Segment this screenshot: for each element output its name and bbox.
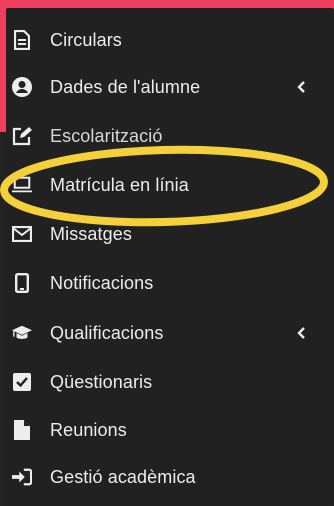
graduation-cap-icon	[12, 323, 32, 343]
sidebar-item-notificacions[interactable]: Notificacions	[6, 263, 334, 303]
chevron-left-icon[interactable]	[294, 78, 308, 96]
sidebar-item-label: Dades de l'alumne	[50, 76, 201, 97]
sidebar-item-qualificacions[interactable]: Qualificacions	[6, 313, 334, 353]
sidebar-item-label: Gestió acadèmica	[50, 466, 196, 487]
sidebar-item-label: Circulars	[50, 29, 122, 50]
sidebar-item-questionaris[interactable]: Qüestionaris	[6, 362, 334, 402]
sidebar-item-label: Qüestionaris	[50, 371, 153, 392]
user-circle-icon	[12, 77, 32, 97]
sidebar-item-label: Matrícula en línia	[50, 174, 189, 195]
mobile-icon	[12, 273, 32, 293]
sidebar-item-label: Qualificacions	[50, 322, 164, 343]
sidebar-item-reunions[interactable]: Reunions	[6, 410, 334, 450]
sidebar-item-matricula-en-linia[interactable]: Matrícula en línia	[6, 165, 334, 205]
sidebar-menu: Circulars Dades de l'alumne Escolaritzac…	[6, 8, 334, 506]
file-text-icon	[12, 30, 32, 50]
sidebar-item-label: Missatges	[50, 223, 132, 244]
sidebar-item-dades-alumne[interactable]: Dades de l'alumne	[6, 67, 334, 107]
chevron-left-icon[interactable]	[294, 324, 308, 342]
envelope-icon	[12, 224, 32, 244]
sidebar-item-escolaritzacio[interactable]: Escolarització	[6, 116, 334, 156]
sidebar-item-label: Escolarització	[50, 125, 163, 146]
sidebar-item-gestio-academica[interactable]: Gestió acadèmica	[6, 457, 334, 497]
file-icon	[12, 420, 32, 440]
laptop-icon	[12, 175, 32, 195]
sidebar-item-label: Notificacions	[50, 272, 154, 293]
sidebar-item-circulars[interactable]: Circulars	[6, 20, 334, 60]
edit-icon	[12, 126, 32, 146]
sign-in-icon	[12, 467, 32, 487]
check-square-icon	[12, 372, 32, 392]
sidebar-item-label: Reunions	[50, 419, 127, 440]
sidebar-item-missatges[interactable]: Missatges	[6, 214, 334, 254]
